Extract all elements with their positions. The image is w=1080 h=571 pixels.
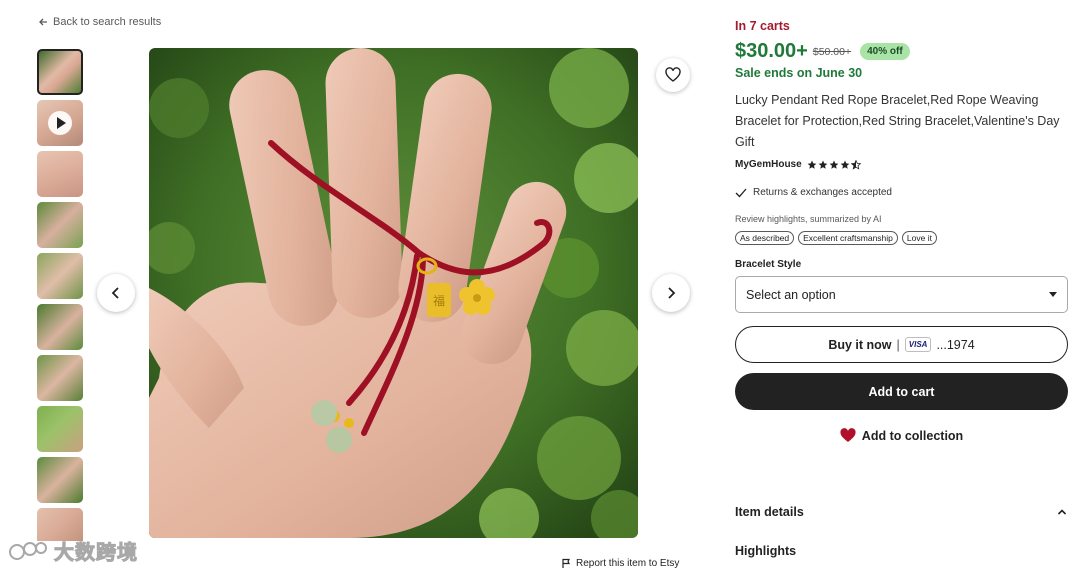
report-label: Report this item to Etsy bbox=[576, 558, 680, 569]
previous-image-button[interactable] bbox=[97, 274, 135, 312]
checkmark-icon bbox=[735, 188, 747, 197]
select-value: Select an option bbox=[746, 287, 836, 302]
star-icon bbox=[840, 160, 850, 169]
visa-card-icon: VISA bbox=[904, 337, 932, 352]
original-price: $50.00+ bbox=[812, 45, 852, 58]
review-chip[interactable]: Love it bbox=[901, 231, 937, 245]
main-product-image: 福 bbox=[149, 48, 638, 538]
chevron-left-icon bbox=[111, 287, 119, 299]
thumbnail-6[interactable] bbox=[37, 304, 83, 350]
star-icon bbox=[818, 160, 828, 169]
add-to-cart-button[interactable]: Add to cart bbox=[735, 373, 1068, 410]
back-to-search-link[interactable]: Back to search results bbox=[38, 16, 161, 28]
watermark-text: 大数跨境 bbox=[54, 542, 138, 565]
separator: | bbox=[896, 337, 900, 352]
returns-policy: Returns & exchanges accepted bbox=[735, 187, 892, 198]
star-icon bbox=[829, 160, 839, 169]
card-number: ...1974 bbox=[936, 337, 975, 352]
item-details-toggle[interactable]: Item details bbox=[735, 505, 1068, 519]
back-link-label: Back to search results bbox=[53, 16, 162, 28]
bracelet-photo: 福 bbox=[149, 48, 638, 538]
thumbnail-5[interactable] bbox=[37, 253, 83, 299]
thumbnail-strip bbox=[37, 49, 85, 541]
buy-now-label: Buy it now bbox=[828, 337, 892, 352]
price-row: $30.00+ $50.00+ 40% off bbox=[735, 40, 910, 63]
half-star-icon bbox=[850, 159, 861, 170]
in-carts-badge: In 7 carts bbox=[735, 19, 790, 33]
bracelet-style-select[interactable]: Select an option bbox=[735, 276, 1068, 313]
thumbnail-7[interactable] bbox=[37, 355, 83, 401]
shop-name-link[interactable]: MyGemHouse bbox=[735, 159, 802, 170]
listing-title: Lucky Pendant Red Rope Bracelet,Red Rope… bbox=[735, 93, 1060, 149]
heart-filled-icon bbox=[840, 428, 856, 442]
chevron-up-icon bbox=[1057, 509, 1067, 515]
thumbnail-4[interactable] bbox=[37, 202, 83, 248]
add-to-cart-label: Add to cart bbox=[868, 384, 935, 399]
play-icon bbox=[48, 111, 72, 135]
add-to-collection-button[interactable]: Add to collection bbox=[735, 428, 1068, 443]
thumbnail-8[interactable] bbox=[37, 406, 83, 452]
add-to-collection-label: Add to collection bbox=[861, 428, 964, 443]
flag-icon bbox=[562, 558, 570, 568]
item-details-label: Item details bbox=[735, 505, 804, 519]
shop-row: MyGemHouse bbox=[735, 159, 861, 170]
thumbnail-9[interactable] bbox=[37, 457, 83, 503]
next-image-button[interactable] bbox=[652, 274, 690, 312]
star-rating bbox=[807, 159, 861, 170]
caret-down-icon bbox=[1049, 292, 1057, 297]
thumbnail-1[interactable] bbox=[37, 49, 83, 95]
star-icon bbox=[807, 160, 817, 169]
review-highlights-title: Review highlights, summarized by AI bbox=[735, 214, 882, 224]
returns-label: Returns & exchanges accepted bbox=[753, 187, 892, 198]
heart-outline-icon bbox=[665, 67, 681, 82]
sale-price: $30.00+ bbox=[735, 40, 808, 62]
bracelet-style-label: Bracelet Style bbox=[735, 259, 802, 270]
arrow-left-icon bbox=[39, 18, 47, 26]
highlights-heading: Highlights bbox=[735, 544, 797, 558]
thumbnail-3[interactable] bbox=[37, 151, 83, 197]
watermark: 大数跨境 bbox=[8, 536, 138, 565]
buy-it-now-button[interactable]: Buy it now | VISA ...1974 bbox=[735, 326, 1068, 363]
review-highlight-chips: As described Excellent craftsmanship Lov… bbox=[735, 231, 937, 245]
thumbnail-video[interactable] bbox=[37, 100, 83, 146]
chevron-right-icon bbox=[668, 287, 676, 299]
favorite-button[interactable] bbox=[656, 58, 690, 92]
report-item-link[interactable]: Report this item to Etsy bbox=[561, 558, 679, 569]
watermark-logo-icon bbox=[9, 541, 47, 560]
svg-text:福: 福 bbox=[433, 293, 445, 308]
review-chip[interactable]: As described bbox=[735, 231, 795, 245]
sale-end-note: Sale ends on June 30 bbox=[735, 66, 863, 80]
discount-badge: 40% off bbox=[860, 43, 910, 60]
review-chip[interactable]: Excellent craftsmanship bbox=[798, 231, 898, 245]
